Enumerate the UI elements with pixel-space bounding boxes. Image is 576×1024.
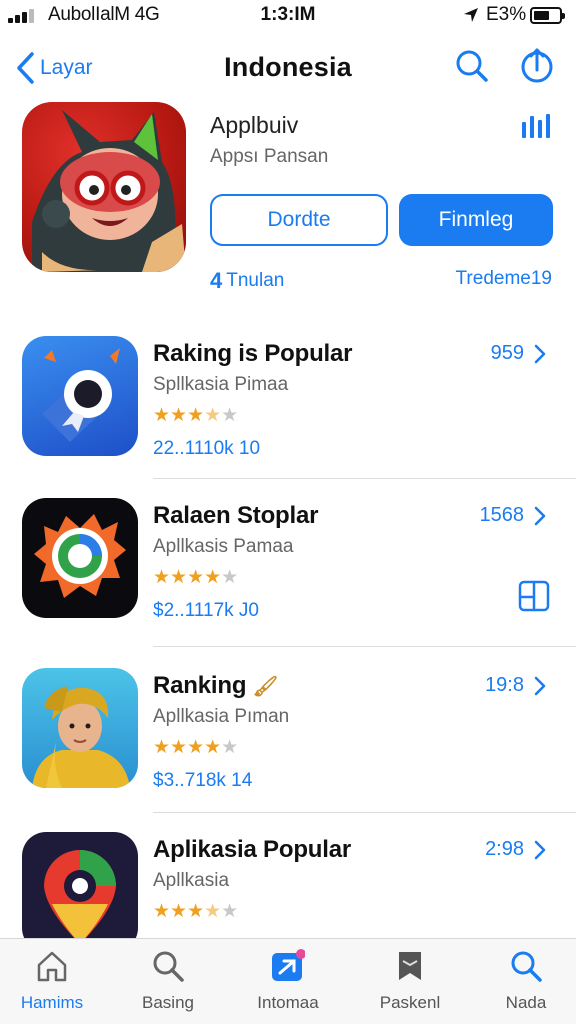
app-meta: $3..718k 14: [153, 770, 253, 791]
cartoon-character-icon: [32, 110, 186, 272]
paintbrush-icon: 🖌: [252, 676, 278, 698]
rank-link[interactable]: 2:98: [485, 838, 546, 861]
app-icon: [22, 832, 138, 952]
rating-stars: ★★★★★: [153, 405, 239, 426]
app-category: Apllkasia Pıman: [153, 706, 290, 727]
app-name-text: Ranking: [153, 672, 247, 699]
rank-value: 959: [490, 342, 524, 364]
bars-icon[interactable]: [520, 114, 552, 138]
rank-value: 2:98: [485, 838, 524, 860]
list-item[interactable]: Raking is Popular Spllkasia Pimaa ★★★★★ …: [0, 336, 576, 501]
number-four-icon: 4: [210, 268, 223, 293]
chevron-right-icon: [534, 840, 546, 859]
chevron-right-icon: [534, 506, 546, 525]
rank-value: 19:8: [485, 674, 524, 696]
apps-icon: [272, 949, 305, 981]
tab-label: Basing: [142, 993, 194, 1012]
app-icon: [22, 498, 138, 618]
rating-stars: ★★★★★: [153, 567, 239, 588]
featured-app-subtitle: Appsı Pansan: [210, 146, 329, 167]
camera-lens-icon: [42, 348, 120, 442]
app-icon: [22, 336, 138, 456]
tab-label: Hamims: [20, 993, 84, 1012]
layout-icon[interactable]: [518, 580, 550, 612]
tab-label: Paskenl: [379, 993, 441, 1012]
app-meta: 22..1110k 10: [153, 438, 261, 459]
app-name: Ranking 🖌: [153, 672, 278, 700]
tab-label: Intomaa: [257, 993, 319, 1012]
map-pin-icon: [44, 850, 116, 944]
tab-bar: Hamims Basing Intomaa Paskenl Nada: [0, 938, 576, 1024]
app-name: Aplikasia Popular: [153, 836, 351, 863]
divider: [153, 478, 576, 479]
home-icon: [37, 951, 67, 982]
rank-link[interactable]: 1568: [480, 504, 547, 527]
list-item[interactable]: Ranking 🖌 Apllkasia Pıman ★★★★★ $3..718k…: [0, 668, 576, 833]
tab-bookmark[interactable]: Paskenl: [360, 949, 460, 1019]
search-icon: [511, 951, 542, 982]
featured-link-right[interactable]: Tredeme19: [456, 268, 552, 290]
tab-label: Nada: [505, 993, 547, 1012]
rank-link[interactable]: 959: [491, 342, 546, 365]
nav-bar: Layar Indonesia: [0, 40, 576, 96]
location-arrow-icon: [464, 8, 478, 22]
search-icon: [153, 951, 184, 982]
outline-button[interactable]: Dordte: [210, 194, 388, 246]
list-item[interactable]: Ralaen Stoplar Apllkasis Pamaa ★★★★★ $2.…: [0, 498, 576, 663]
tab-search-two[interactable]: Nada: [476, 949, 576, 1019]
divider: [153, 646, 576, 647]
tab-search-one[interactable]: Basing: [118, 949, 218, 1019]
featured-app-title: Applbuiv: [210, 112, 299, 138]
portrait-icon: [32, 686, 130, 788]
share-icon[interactable]: [517, 46, 557, 86]
tab-apps[interactable]: Intomaa: [238, 949, 338, 1019]
app-meta: $2..1117k J0: [153, 600, 259, 621]
app-name: Raking is Popular: [153, 340, 353, 367]
rating-stars: ★★★★★: [153, 737, 239, 758]
camera-ring-icon: [34, 514, 126, 598]
rank-link[interactable]: 19:8: [485, 674, 546, 697]
primary-button[interactable]: Finmleg: [399, 194, 553, 246]
chevron-right-icon: [534, 344, 546, 363]
bookmark-icon: [399, 952, 421, 980]
featured-link-left[interactable]: 4 Tnulan: [210, 268, 284, 294]
rating-stars: ★★★★★: [153, 901, 239, 922]
featured-app-icon[interactable]: [22, 102, 186, 272]
app-category: Apllkasia: [153, 870, 230, 891]
search-icon[interactable]: [452, 46, 492, 86]
app-category: Apllkasis Pamaa: [153, 536, 294, 557]
featured-link-left-label: Tnulan: [226, 270, 285, 291]
divider: [153, 812, 576, 813]
app-name: Ralaen Stoplar: [153, 502, 319, 529]
status-bar: AubolIalM 4G 1:3:IM E3%: [0, 0, 576, 30]
app-icon: [22, 668, 138, 788]
battery-percent: E3%: [486, 4, 527, 25]
battery-icon: [530, 7, 565, 24]
app-category: Spllkasia Pimaa: [153, 374, 289, 395]
tab-home[interactable]: Hamims: [2, 949, 102, 1019]
rank-value: 1568: [479, 504, 525, 526]
chevron-right-icon: [534, 676, 546, 695]
